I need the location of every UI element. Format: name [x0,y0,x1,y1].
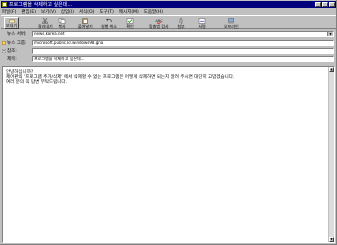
maximize-button[interactable] [322,2,328,7]
scroll-up-arrow-icon[interactable]: ▲ [329,67,334,72]
menu-edit[interactable]: 편집(E) [21,9,36,15]
body-line: 여러 분의 꼭 답변 부탁드립니다. [6,80,67,86]
spelling-label: 맞춤법 검사 [149,24,169,29]
compose-window: 프로그램을 삭제하고 싶은데... 파일(F) 편집(E) 보기(V) 삽입(I… [0,0,337,245]
address-book-icon [2,49,6,53]
newsgroups-value: microsoft.public.kr.windows98.gna [34,40,104,45]
menu-view[interactable]: 보기(V) [41,9,56,15]
offline-button[interactable]: 오프라인 [224,17,239,29]
check-names-label: 확인 [126,24,134,29]
subject-row: 제목: [2,56,32,62]
compose-app-icon [2,2,7,7]
subject-label: 제목: [7,57,17,62]
subject-spacer [2,57,6,61]
chevron-down-icon[interactable]: ▼ [327,32,333,36]
close-button[interactable] [329,2,335,7]
send-button[interactable]: 보내기 [4,17,19,29]
newsgroups-icon [2,41,6,45]
newsgroups-field[interactable]: microsoft.public.kr.windows98.gna [32,40,334,46]
news-server-select[interactable]: news.korea.net ▼ [32,31,334,37]
attach-button[interactable]: 첨부 [177,17,185,29]
spelling-button[interactable]: ABC 맞춤법 검사 [149,17,169,29]
svg-text:ABC: ABC [155,19,163,23]
undo-label: 실행 취소 [101,24,117,29]
signature-label: 서명 [198,24,206,29]
message-body[interactable]: 안녕하십니까? 제어판의 '프로그램 추가/삭제' 에서 삭제할 수 없는 프로… [2,66,335,243]
attach-label: 첨부 [177,24,185,29]
minimize-button[interactable] [315,2,321,7]
news-server-label: 뉴스 서버: [7,32,27,37]
subject-field[interactable]: 프로그램을 삭제하고 싶은데... [32,56,334,62]
menu-format[interactable]: 서식(O) [79,9,94,15]
cc-field[interactable] [32,48,334,54]
paste-label: 붙여넣기 [78,24,93,29]
window-title: 프로그램을 삭제하고 싶은데... [9,1,73,8]
menu-file[interactable]: 파일(F) [2,9,16,15]
news-server-spacer [2,32,6,36]
cc-row: 참조: [2,48,32,54]
vertical-scrollbar[interactable]: ▲ ▼ [328,67,334,242]
scroll-down-arrow-icon[interactable]: ▼ [329,237,334,242]
signature-button[interactable]: 서명 [198,17,206,29]
menu-bar: 파일(F) 편집(E) 보기(V) 삽입(I) 서식(O) 도구(T) 메시지(… [2,8,168,15]
undo-button[interactable]: 실행 취소 [101,17,117,29]
cut-button[interactable]: 잘라내기 [38,17,53,29]
menu-insert[interactable]: 삽입(I) [61,9,74,15]
check-names-button[interactable]: 확인 [126,17,134,29]
send-label: 보내기 [5,23,18,28]
offline-label: 오프라인 [224,24,239,29]
menu-help[interactable]: 도움말(H) [144,9,163,15]
news-server-row: 뉴스 서버: [2,31,32,37]
menu-tools[interactable]: 도구(T) [99,9,114,15]
copy-label: 복사 [58,24,66,29]
newsgroups-label[interactable]: 뉴스 그룹: [7,40,32,46]
toolbar: 보내기 잘라내기 복사 붙여넣기 실행 취소 확인 ABC 맞춤법 검사 첨부 [1,15,336,29]
cut-label: 잘라내기 [38,24,53,29]
menu-message[interactable]: 메시지(M) [119,9,139,15]
copy-button[interactable]: 복사 [58,17,66,29]
subject-value: 프로그램을 삭제하고 싶은데... [34,56,85,61]
newsgroups-row: 뉴스 그룹: [2,40,32,46]
message-text: 안녕하십니까? 제어판의 '프로그램 추가/삭제' 에서 삭제할 수 없는 프로… [6,70,234,86]
cc-label[interactable]: 참조: [7,48,32,54]
news-server-value: news.korea.net [34,31,65,36]
paste-button[interactable]: 붙여넣기 [78,17,93,29]
title-bar[interactable]: 프로그램을 삭제하고 싶은데... [1,1,336,8]
